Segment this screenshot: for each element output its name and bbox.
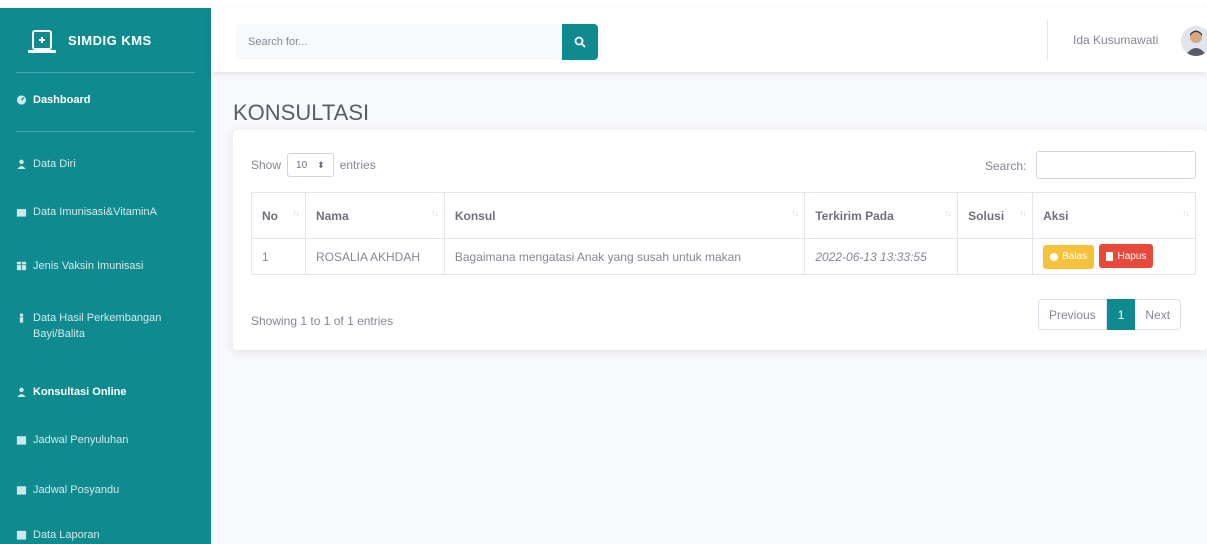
sidebar-divider [16, 131, 195, 132]
balas-button[interactable]: Balas [1043, 244, 1095, 269]
sidebar-item-jenis-vaksin[interactable]: Jenis Vaksin Imunisasi [0, 258, 159, 274]
calendar-icon [16, 436, 27, 445]
topbar-divider [1047, 20, 1048, 60]
sort-icon: ↑↓ [291, 208, 300, 218]
consultation-table: No ↑↓ Nama ↑↓ Konsul ↑↓ Terkirim Pada ↑↓ Sol… [251, 192, 1196, 275]
clinic-icon [16, 209, 27, 217]
pagination-next[interactable]: Next [1135, 299, 1182, 330]
calendar-icon [16, 486, 27, 495]
sort-updown-icon: ⬍ [317, 159, 325, 170]
sidebar-item-dashboard[interactable]: Dashboard [0, 92, 106, 108]
search-button[interactable] [562, 24, 598, 60]
pagination: Previous 1 Next [1038, 299, 1182, 330]
table-header-row: No ↑↓ Nama ↑↓ Konsul ↑↓ Terkirim Pada ↑↓ Sol… [251, 192, 1196, 239]
cell-no: 1 [251, 238, 306, 275]
cell-nama: ROSALIA AKHDAH [304, 238, 445, 275]
trash-icon [1106, 251, 1114, 261]
user-icon [17, 159, 26, 169]
entries-select[interactable]: 10 ⬍ [287, 153, 334, 177]
show-label: Show [251, 158, 282, 172]
sort-icon: ↑↓ [1182, 208, 1190, 218]
entries-length: Show 10 ⬍ entries [251, 153, 376, 177]
sort-icon: ↑↓ [1019, 208, 1027, 218]
sidebar-item-label: Konsultasi Online [33, 386, 127, 398]
topbar: Ida Kusumawati [211, 8, 1207, 72]
cell-terkirim-pada: 2022-06-13 13:33:55 [804, 238, 959, 275]
sidebar-item-label: Jenis Vaksin Imunisasi [33, 260, 144, 272]
column-header-aksi[interactable]: Aksi ↑↓ [1032, 192, 1196, 239]
top-border [0, 0, 1207, 8]
sidebar-item-perkembangan[interactable]: Data Hasil Perkembangan Bayi/Balita [0, 310, 200, 342]
sidebar: SIMDIG KMS Dashboard Data Diri Data Imun… [0, 8, 211, 544]
pagination-previous[interactable]: Previous [1038, 299, 1107, 330]
sidebar-item-label: Jadwal Penyuluhan [33, 434, 129, 446]
topbar-search [236, 24, 598, 60]
sidebar-item-label: Jadwal Posyandu [33, 484, 120, 496]
sidebar-item-konsultasi[interactable]: Konsultasi Online [0, 384, 143, 400]
column-header-no[interactable]: No ↑↓ [251, 192, 306, 239]
table-row: 1 ROSALIA AKHDAH Bagaimana mengatasi Ana… [251, 238, 1196, 275]
entries-value: 10 [296, 159, 308, 171]
cell-solusi [957, 238, 1034, 275]
table-search-input[interactable] [1036, 151, 1196, 179]
comment-icon [1050, 252, 1059, 261]
hapus-label: Hapus [1117, 250, 1147, 262]
sidebar-item-label: Data Imunisasi&VitaminA [33, 206, 157, 218]
cell-aksi: Balas Hapus [1032, 238, 1196, 275]
hapus-button[interactable]: Hapus [1099, 244, 1154, 269]
table-icon [16, 261, 27, 271]
brand-name: SIMDIG KMS [68, 32, 152, 48]
entries-label: entries [339, 158, 376, 172]
tachometer-icon [16, 95, 27, 105]
pagination-page-current[interactable]: 1 [1106, 299, 1136, 330]
column-header-nama[interactable]: Nama ↑↓ [304, 192, 445, 239]
sidebar-item-jadwal-posyandu[interactable]: Jadwal Posyandu [0, 482, 135, 498]
balas-label: Balas [1062, 251, 1088, 263]
sidebar-item-data-laporan[interactable]: Data Laporan [0, 527, 116, 543]
sort-icon: ↑↓ [791, 208, 799, 218]
user-icon [17, 387, 26, 397]
sidebar-divider [16, 72, 195, 73]
avatar[interactable] [1181, 26, 1207, 56]
column-header-terkirim-pada[interactable]: Terkirim Pada ↑↓ [804, 192, 959, 239]
file-icon [16, 530, 27, 540]
table-info: Showing 1 to 1 of 1 entries [251, 314, 394, 328]
column-header-solusi[interactable]: Solusi ↑↓ [957, 192, 1034, 239]
sidebar-item-label: Dashboard [33, 94, 91, 106]
sidebar-item-data-imunisasi[interactable]: Data Imunisasi&VitaminA [0, 204, 173, 220]
sort-icon: ↑↓ [944, 208, 952, 218]
column-header-konsul[interactable]: Konsul ↑↓ [443, 192, 806, 239]
user-name[interactable]: Ida Kusumawati [1073, 33, 1158, 47]
child-icon [19, 313, 24, 323]
sidebar-item-label: Data Laporan [33, 529, 100, 541]
main-content: Ida Kusumawati KONSULTASI Show 10 ⬍ entr… [211, 8, 1207, 544]
sidebar-item-data-diri[interactable]: Data Diri [0, 156, 92, 172]
page-title: KONSULTASI [233, 100, 370, 125]
laptop-medical-icon [28, 30, 56, 53]
user-avatar-icon [1185, 30, 1207, 56]
table-search-label: Search: [985, 159, 1027, 173]
sidebar-item-label: Data Hasil Perkembangan Bayi/Balita [33, 312, 162, 340]
sidebar-brand[interactable]: SIMDIG KMS [0, 8, 211, 72]
sort-icon: ↑↓ [430, 208, 439, 218]
datatable-card: Show 10 ⬍ entries Search: No ↑↓ Nama ↑↓ Ko… [233, 130, 1207, 350]
search-input[interactable] [236, 24, 562, 60]
cell-konsul: Bagaimana mengatasi Anak yang susah untu… [443, 238, 806, 275]
sidebar-item-jadwal-penyuluhan[interactable]: Jadwal Penyuluhan [0, 432, 144, 448]
sidebar-item-label: Data Diri [33, 158, 76, 170]
search-icon [574, 36, 586, 48]
